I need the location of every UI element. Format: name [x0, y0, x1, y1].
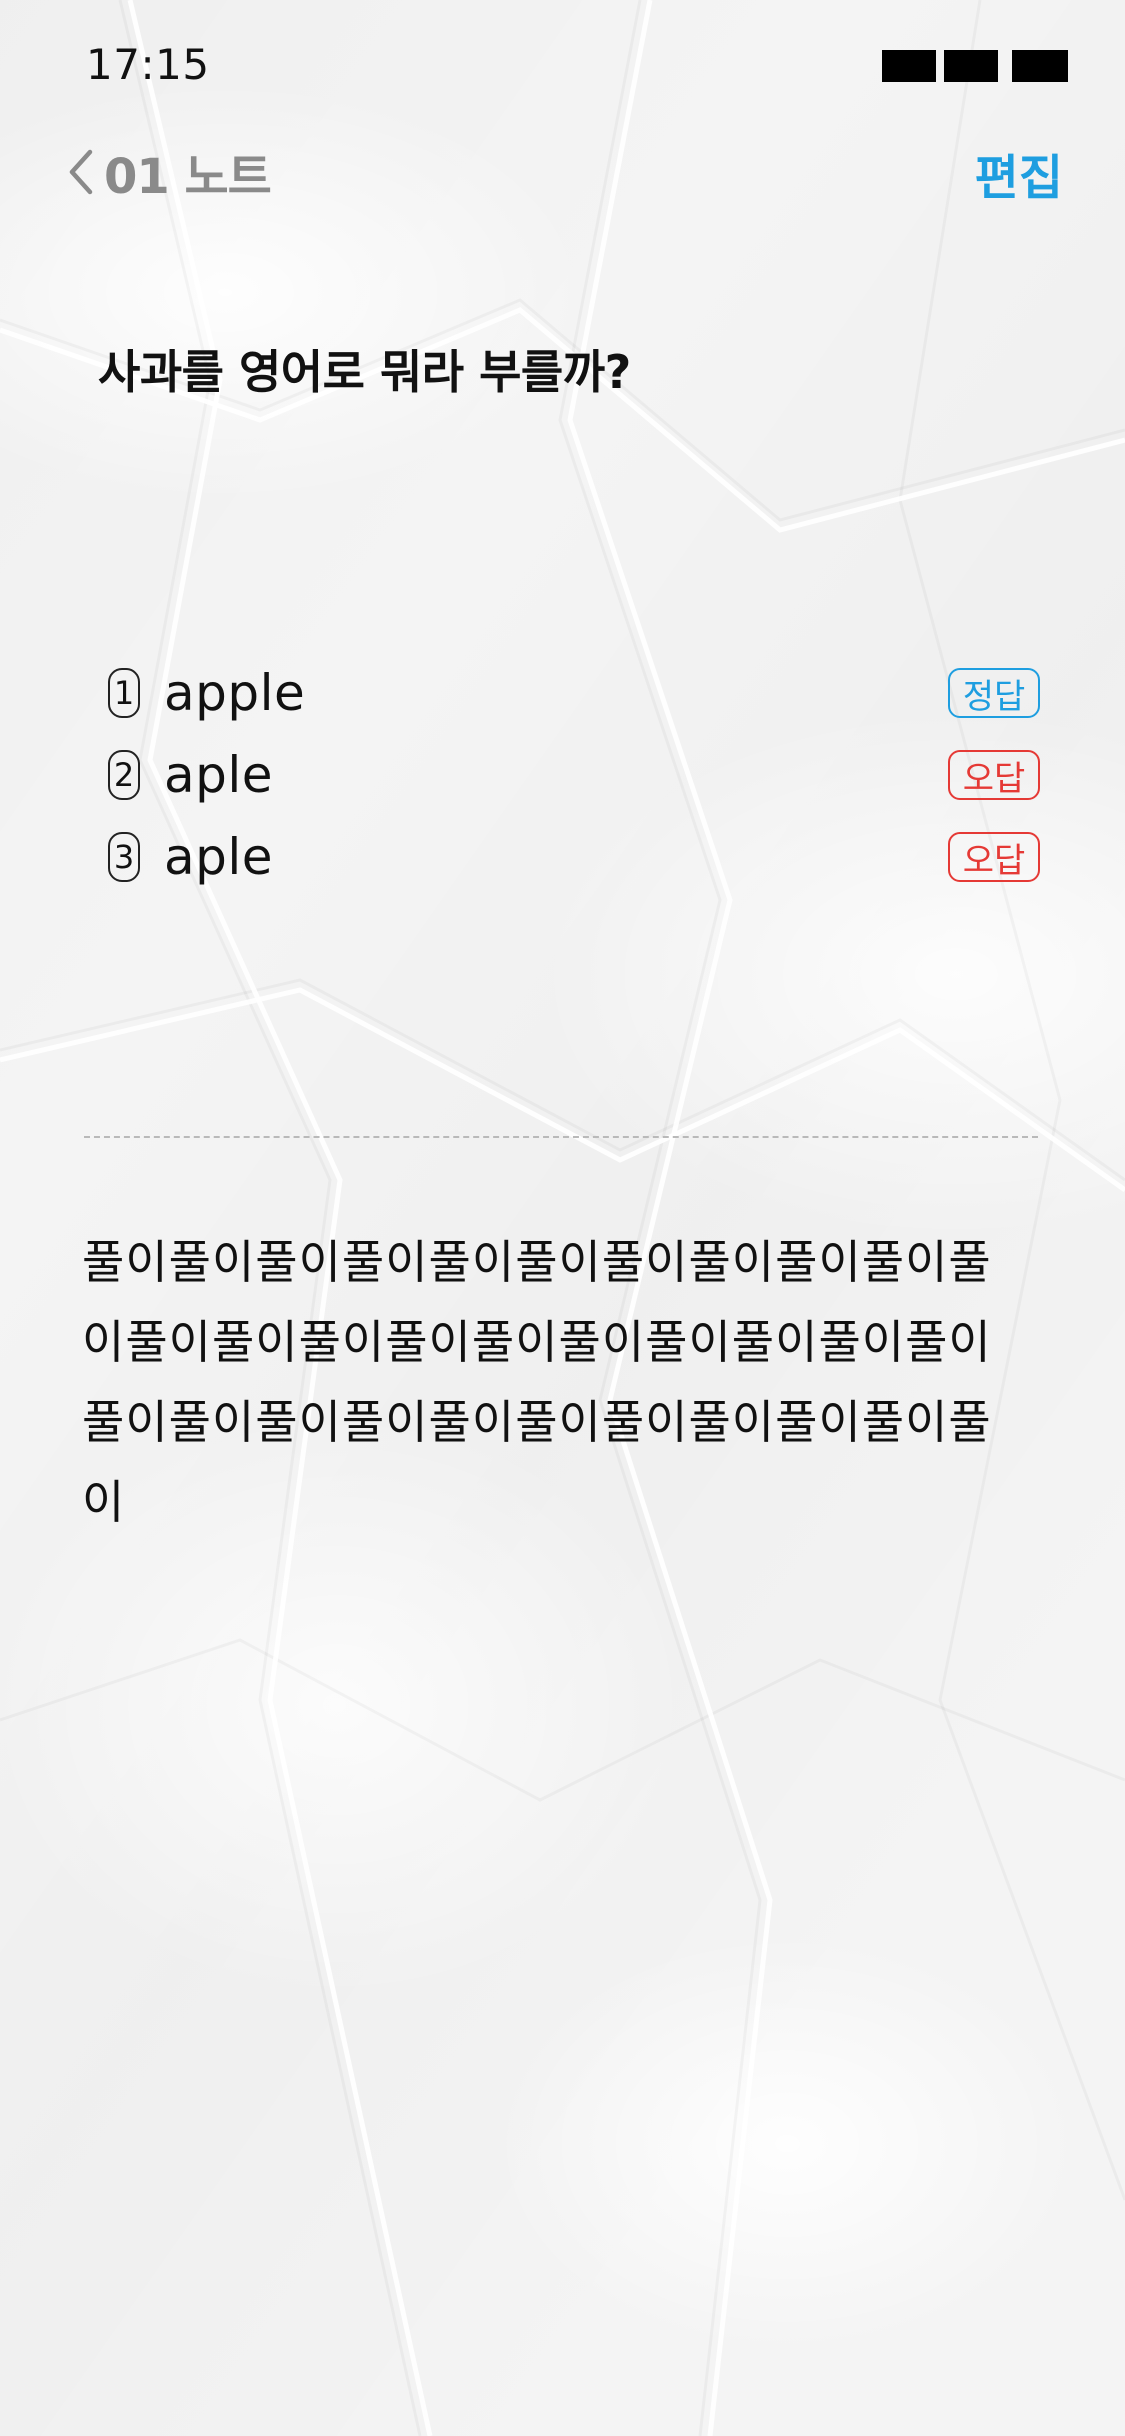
choice-list: 1 apple 정답 2 aple 오답 3 aple 오답 [108, 652, 1040, 898]
wifi-icon [944, 50, 998, 82]
choice-text: aple [164, 746, 274, 804]
question-text: 사과를 영어로 뭐라 부를까? [98, 345, 631, 399]
chevron-left-icon [66, 148, 96, 196]
status-icons [882, 50, 1068, 82]
signal-icon [882, 50, 936, 82]
result-badge-wrong: 오답 [948, 750, 1040, 800]
result-badge-wrong: 오답 [948, 832, 1040, 882]
choice-item[interactable]: 3 aple 오답 [108, 816, 1040, 898]
dashed-divider [84, 1136, 1038, 1138]
choice-item[interactable]: 2 aple 오답 [108, 734, 1040, 816]
choice-number: 1 [108, 668, 140, 718]
choice-text: aple [164, 828, 274, 886]
choice-number: 2 [108, 750, 140, 800]
status-time: 17:15 [86, 40, 210, 89]
choice-text: apple [164, 664, 306, 722]
explanation-text: 풀이풀이풀이풀이풀이풀이풀이풀이풀이풀이풀이풀이풀이풀이풀이풀이풀이풀이풀이풀이… [82, 1235, 992, 1529]
choice-number: 3 [108, 832, 140, 882]
choice-item[interactable]: 1 apple 정답 [108, 652, 1040, 734]
result-badge-correct: 정답 [948, 668, 1040, 718]
back-button[interactable]: 01 노트 [66, 136, 272, 208]
back-label: 01 노트 [104, 149, 272, 205]
battery-icon [1012, 50, 1068, 82]
edit-button[interactable]: 편집 [975, 138, 1063, 208]
